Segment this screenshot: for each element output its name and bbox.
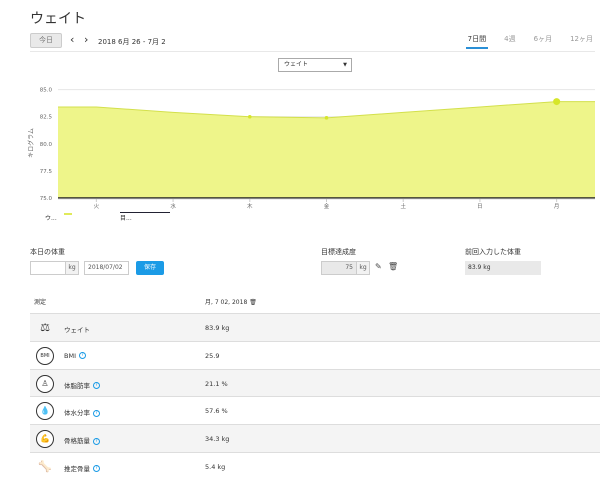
data-point (553, 98, 561, 106)
page-title: ウェイト (30, 11, 86, 27)
legend-series-a-swatch (64, 213, 72, 215)
info-icon[interactable]: ? (93, 382, 100, 390)
row-label: BMI? (64, 352, 86, 360)
x-tick-label: 土 (400, 202, 406, 210)
row-value: 5.4 kg (205, 462, 226, 471)
next-period-icon[interactable]: › (84, 33, 88, 46)
row-label: ウェイト (64, 326, 90, 334)
tab-4-weeks[interactable]: 4週 (502, 33, 517, 49)
data-point (247, 114, 252, 119)
period-tabs: 7日間 4週 6ヶ月 12ヶ月 (452, 33, 595, 49)
legend-series-b[interactable]: 目... (120, 213, 132, 222)
goal-label: 目標達成度 (321, 248, 356, 256)
y-tick-label: 85.0 (40, 88, 53, 94)
row-label: 推定骨量? (64, 463, 100, 473)
info-icon[interactable]: ? (93, 437, 100, 445)
date-input[interactable]: 2018/07/02 (84, 261, 129, 275)
trash-icon[interactable]: 🗑 (249, 299, 257, 306)
data-point (324, 116, 329, 120)
muscle-mass-icon: 💪 (36, 430, 54, 449)
trash-icon[interactable]: 🗑 (388, 262, 398, 272)
table-row: 🦴 推定骨量? 5.4 kg (30, 453, 600, 480)
chevron-down-icon: ▼ (343, 62, 347, 68)
x-tick-label: 火 (94, 204, 100, 210)
weight-input[interactable] (30, 261, 66, 275)
date-range: 2018 6月 26 - 7月 2 (98, 38, 166, 46)
weight-chart: 85.0 82.5 80.0 77.5 75.0 キログラム火 水 木 金 土 日 月 (27, 88, 595, 210)
tab-6-months[interactable]: 6ヶ月 (532, 33, 554, 49)
info-icon[interactable]: ? (78, 352, 86, 360)
y-axis-label: キログラム (27, 128, 35, 158)
body-water-icon: 💧 (36, 402, 54, 421)
header-date: 月, 7 02, 2018 🗑 (205, 299, 257, 306)
row-label: 体水分率? (64, 407, 100, 417)
row-label: 体脂肪率? (64, 380, 100, 390)
table-header: 測定 月, 7 02, 2018 🗑 (30, 289, 600, 314)
weight-unit: kg (66, 261, 79, 275)
row-value: 21.1 % (205, 379, 228, 388)
body-fat-icon: ♙ (36, 374, 54, 393)
todays-weight-label: 本日の体重 (30, 248, 65, 256)
bmi-icon: BMI (36, 346, 54, 365)
weight-icon: ⚖ (40, 321, 50, 334)
goal-value: 75 (321, 261, 357, 275)
table-row: BMI BMI? 25.9 (30, 342, 600, 370)
last-entry-value: 83.9 kg (465, 261, 541, 275)
measurements-table: 測定 月, 7 02, 2018 🗑 ⚖ ウェイト 83.9 kg BMI BMI? 25… (30, 289, 600, 480)
x-tick-label: 日 (477, 203, 483, 210)
last-entry-label: 前回入力した体重 (465, 248, 521, 256)
x-tick-label: 水 (170, 202, 176, 210)
header-metric: 測定 (34, 299, 47, 306)
y-tick-label: 77.5 (40, 169, 53, 175)
y-tick-label: 80.0 (40, 142, 53, 148)
legend-series-a[interactable]: ウ... (45, 213, 57, 222)
table-row: ⚖ ウェイト 83.9 kg (30, 314, 600, 342)
row-value: 34.3 kg (205, 435, 230, 444)
x-tick-label: 月 (554, 203, 560, 210)
row-value: 83.9 kg (205, 324, 230, 332)
y-tick-label: 82.5 (40, 115, 53, 121)
bone-mass-icon: 🦴 (38, 459, 52, 473)
goal-unit: kg (357, 261, 370, 275)
x-tick-label: 木 (247, 202, 253, 210)
table-row: 💧 体水分率? 57.6 % (30, 397, 600, 426)
metric-select[interactable]: ウェイト ▼ (278, 58, 352, 72)
tab-7-days[interactable]: 7日間 (465, 33, 489, 49)
x-tick-label: 金 (324, 202, 330, 210)
table-row: 💪 骨格筋量? 34.3 kg (30, 425, 600, 453)
divider (30, 51, 595, 52)
today-button[interactable]: 今日 (30, 33, 62, 48)
table-row: ♙ 体脂肪率? 21.1 % (30, 369, 600, 398)
y-tick-label: 75.0 (40, 196, 53, 202)
row-value: 57.6 % (205, 407, 228, 416)
pencil-icon[interactable]: ✎ (375, 262, 382, 272)
info-icon[interactable]: ? (93, 465, 100, 473)
save-button[interactable]: 保存 (136, 261, 164, 275)
metric-select-value: ウェイト (284, 61, 309, 68)
info-icon[interactable]: ? (93, 409, 100, 417)
previous-period-icon[interactable]: ‹ (70, 33, 74, 46)
row-value: 25.9 (205, 351, 220, 360)
row-label: 骨格筋量? (64, 435, 100, 445)
tab-12-months[interactable]: 12ヶ月 (568, 33, 595, 49)
